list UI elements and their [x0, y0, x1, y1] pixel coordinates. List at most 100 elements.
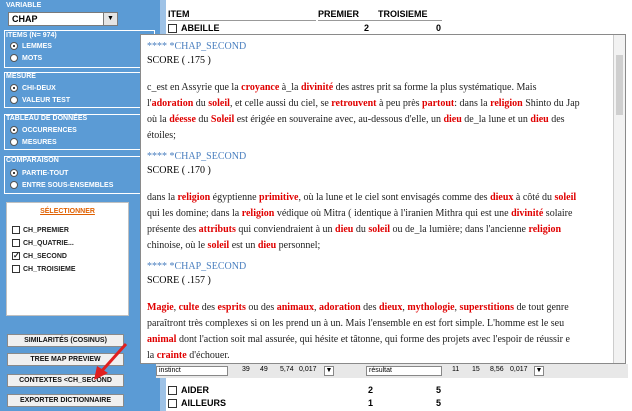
- context-score: SCORE ( .157 ): [147, 275, 211, 286]
- similarites-button[interactable]: SIMILARITÉS (COSINUS): [7, 334, 124, 347]
- context-line: Magie, culte des esprits ou des animaux,…: [147, 301, 625, 315]
- column-header-troisieme[interactable]: TROISIEME: [378, 8, 442, 21]
- radio-label: LEMMES: [22, 42, 52, 50]
- chevron-down-icon[interactable]: ▼: [534, 366, 544, 376]
- radio-label: MOTS: [22, 54, 43, 62]
- radio-entre-sous-ensembles[interactable]: ENTRE SOUS-ENSEMBLES: [10, 181, 113, 189]
- context-text: des: [360, 302, 379, 313]
- radio-lemmes[interactable]: LEMMES: [10, 42, 52, 50]
- stat-right-d: 0,017: [510, 366, 528, 373]
- context-header: **** *CHAP_SECOND: [147, 151, 247, 162]
- checkbox-icon[interactable]: [168, 386, 177, 396]
- variable-select[interactable]: CHAP: [8, 12, 118, 26]
- keyword-highlight: dieux: [490, 192, 514, 203]
- checkbox-icon: [12, 239, 20, 247]
- stat-word-left: instinct: [156, 366, 228, 376]
- radio-label: CHI-DEUX: [22, 84, 56, 92]
- keyword-highlight: primitive: [259, 192, 299, 203]
- row-item: ABEILLE: [181, 23, 220, 33]
- row-premier: 2: [368, 385, 374, 395]
- context-text: d'échouer.: [186, 350, 230, 361]
- context-text: de_la lune et un: [461, 114, 531, 125]
- chevron-down-icon[interactable]: ▼: [324, 366, 334, 376]
- context-text: égyptienne: [210, 192, 260, 203]
- keyword-highlight: adoration: [151, 98, 194, 109]
- column-header-premier[interactable]: PREMIER: [318, 8, 378, 21]
- context-text: des: [199, 302, 218, 313]
- keyword-highlight: superstitions: [459, 302, 514, 313]
- stat-right-b: 15: [472, 366, 480, 373]
- select-title: SÉLECTIONNER: [40, 208, 95, 215]
- context-text: qui les domine; dans la: [147, 208, 242, 219]
- column-header-item[interactable]: ITEM: [168, 8, 316, 21]
- context-line: la crainte d'échouer.: [147, 349, 625, 363]
- checkbox-label: CH_TROISIEME: [23, 265, 76, 273]
- context-line: chinoise, où le soleil est un dieu perso…: [147, 239, 625, 253]
- radio-label: VALEUR TEST: [22, 96, 71, 104]
- scroll-thumb[interactable]: [616, 55, 623, 115]
- radio-mesures[interactable]: MESURES: [10, 138, 57, 146]
- context-text: présente des: [147, 224, 199, 235]
- checkbox-ch-troisieme[interactable]: CH_TROISIEME: [12, 265, 76, 273]
- context-line: présente des attributs qui conviendraien…: [147, 223, 625, 237]
- exporter-button[interactable]: EXPORTER DICTIONNAIRE: [7, 394, 124, 407]
- radio-partie-tout[interactable]: PARTIE-TOUT: [10, 169, 68, 177]
- chevron-down-icon[interactable]: ▼: [103, 13, 117, 25]
- radio-icon: [10, 181, 18, 189]
- context-line: c_est en Assyrie que la croyance à_la di…: [147, 81, 625, 95]
- checkbox-label: CH_SECOND: [23, 252, 67, 260]
- checkbox-label: CH_QUATRIE...: [23, 239, 74, 247]
- context-text: de tout genre: [514, 302, 569, 313]
- context-text: dont l'action soit mal assurée, qui hési…: [176, 334, 570, 345]
- scrollbar[interactable]: [613, 35, 625, 363]
- context-score: SCORE ( .175 ): [147, 55, 211, 66]
- context-text: ou de_la lumière; dans l'ancienne: [390, 224, 529, 235]
- context-text: , et celle aussi du ciel, se: [229, 98, 332, 109]
- keyword-highlight: divinité: [511, 208, 544, 219]
- context-line: paraîtront très complexes si on les pren…: [147, 317, 625, 331]
- checkbox-icon[interactable]: [168, 24, 177, 34]
- context-text: Shinto du Jap: [522, 98, 580, 109]
- checkbox-ch-second[interactable]: ✓ CH_SECOND: [12, 252, 67, 260]
- keyword-highlight: crainte: [156, 350, 187, 361]
- table-row[interactable]: ABEILLE: [168, 22, 220, 34]
- radio-valeur-test[interactable]: VALEUR TEST: [10, 96, 70, 104]
- table-row[interactable]: AILLEURS: [168, 397, 226, 409]
- stat-left-c: 5,74: [280, 366, 294, 373]
- row-premier: 1: [368, 398, 374, 408]
- context-text: personnel;: [276, 240, 321, 251]
- contextes-button[interactable]: CONTEXTES <CH_SECOND: [7, 374, 124, 387]
- stat-left-a: 39: [242, 366, 250, 373]
- checkbox-ch-premier[interactable]: CH_PREMIER: [12, 226, 69, 234]
- keyword-highlight: culte: [178, 302, 200, 313]
- treemap-button[interactable]: TREE MAP PREVIEW: [7, 353, 124, 366]
- keyword-highlight: soleil: [554, 192, 577, 203]
- keyword-highlight: religion: [241, 208, 275, 219]
- radio-occurrences[interactable]: OCCURRENCES: [10, 126, 77, 134]
- keyword-highlight: Magie: [147, 302, 174, 313]
- table-row[interactable]: AIDER: [168, 384, 209, 396]
- stat-right-c: 8,56: [490, 366, 504, 373]
- keyword-highlight: divinité: [300, 82, 334, 93]
- keyword-highlight: dieu: [443, 114, 462, 125]
- context-text: est un: [229, 240, 258, 251]
- radio-selected-icon: [10, 126, 18, 134]
- stat-left-d: 0,017: [299, 366, 317, 373]
- context-text: du: [195, 114, 211, 125]
- keyword-highlight: soleil: [207, 240, 230, 251]
- checkbox-ch-quatrieme[interactable]: CH_QUATRIE...: [12, 239, 74, 247]
- radio-selected-icon: [10, 42, 18, 50]
- radio-chi-deux[interactable]: CHI-DEUX: [10, 84, 56, 92]
- context-text: où la: [147, 114, 170, 125]
- keyword-highlight: dieux: [378, 302, 403, 313]
- context-line: animal dont l'action soit mal assurée, q…: [147, 333, 625, 347]
- radio-mots[interactable]: MOTS: [10, 54, 42, 62]
- variable-label: VARIABLE: [6, 2, 42, 9]
- keyword-highlight: esprits: [217, 302, 246, 313]
- context-text: du: [193, 98, 209, 109]
- checkbox-icon[interactable]: [168, 399, 177, 409]
- context-header: **** *CHAP_SECOND: [147, 261, 247, 272]
- row-troisieme: 0: [436, 23, 442, 33]
- row-troisieme: 5: [436, 385, 442, 395]
- context-text: solaire: [543, 208, 573, 219]
